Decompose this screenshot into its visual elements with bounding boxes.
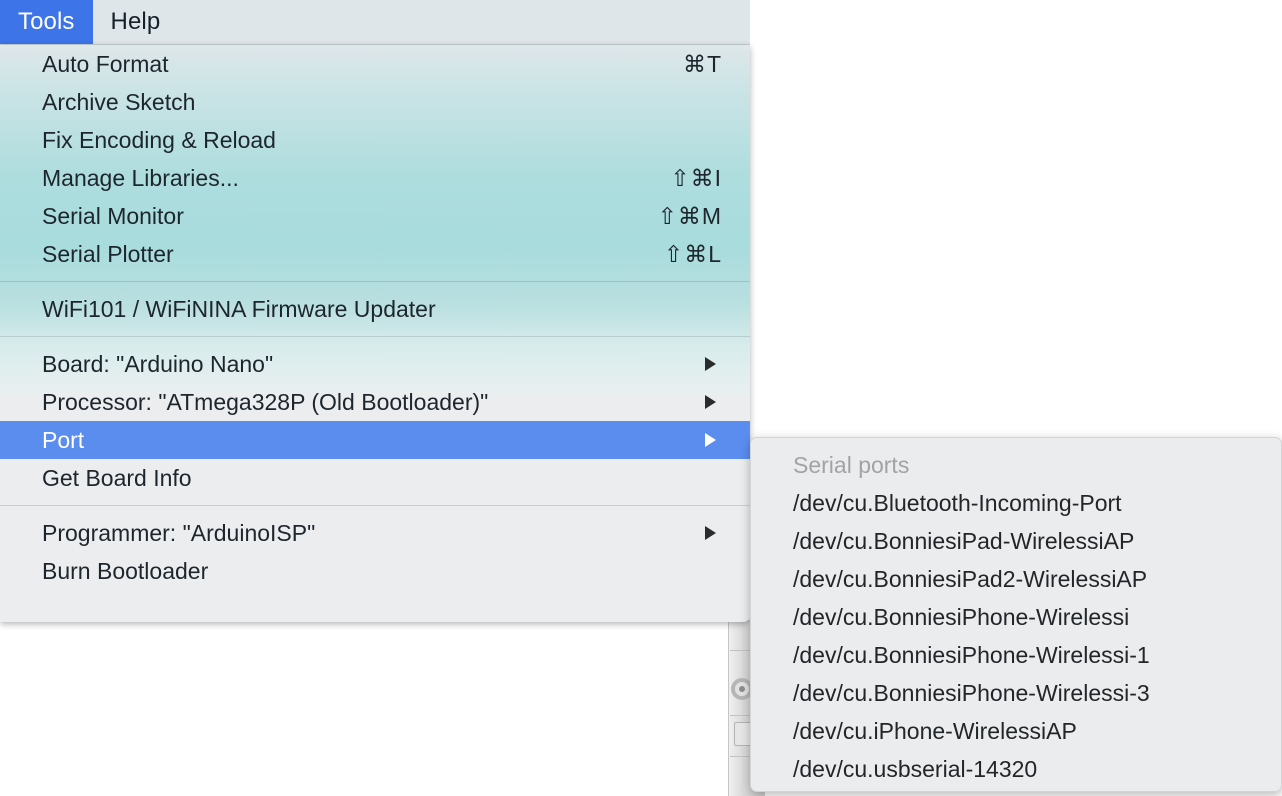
menu-item-label: WiFi101 / WiFiNINA Firmware Updater — [42, 296, 436, 323]
menu-item-serial-monitor[interactable]: Serial Monitor ⇧⌘M — [0, 197, 750, 235]
menu-item-burn-bootloader[interactable]: Burn Bootloader — [0, 552, 750, 590]
port-option-label: /dev/cu.BonniesiPad2-WirelessiAP — [793, 566, 1147, 593]
menubar-item-help[interactable]: Help — [93, 0, 179, 44]
port-option-bonniesipad-wirelessiap[interactable]: /dev/cu.BonniesiPad-WirelessiAP — [751, 522, 1281, 560]
port-option-usbserial-14320[interactable]: /dev/cu.usbserial-14320 — [751, 750, 1281, 788]
port-option-bonniesiphone-wirelessi-3[interactable]: /dev/cu.BonniesiPhone-Wirelessi-3 — [751, 674, 1281, 712]
port-option-label: /dev/cu.BonniesiPad-WirelessiAP — [793, 528, 1134, 555]
port-option-bonniesiphone-wirelessi-1[interactable]: /dev/cu.BonniesiPhone-Wirelessi-1 — [751, 636, 1281, 674]
menubar-item-label: Tools — [18, 8, 75, 36]
menu-item-label: Auto Format — [42, 51, 169, 78]
menu-item-label: Fix Encoding & Reload — [42, 127, 276, 154]
port-submenu: Serial ports /dev/cu.Bluetooth-Incoming-… — [750, 437, 1282, 792]
chevron-right-icon — [705, 433, 716, 447]
menu-item-label: Serial Plotter — [42, 241, 174, 268]
menu-item-archive-sketch[interactable]: Archive Sketch — [0, 83, 750, 121]
menu-item-label: Serial Monitor — [42, 203, 184, 230]
menu-item-shortcut: ⇧⌘M — [658, 203, 734, 230]
port-option-label: /dev/cu.iPhone-WirelessiAP — [793, 718, 1077, 745]
menubar-item-tools[interactable]: Tools — [0, 0, 93, 44]
port-option-bonniesipad2-wirelessiap[interactable]: /dev/cu.BonniesiPad2-WirelessiAP — [751, 560, 1281, 598]
port-option-label: /dev/cu.BonniesiPhone-Wirelessi-1 — [793, 642, 1150, 669]
port-option-label: /dev/cu.usbserial-14320 — [793, 756, 1037, 783]
menu-item-label: Programmer: "ArduinoISP" — [42, 520, 315, 547]
menu-separator — [0, 505, 750, 506]
chevron-right-icon — [705, 526, 716, 540]
menu-separator — [0, 281, 750, 282]
menu-item-programmer[interactable]: Programmer: "ArduinoISP" — [0, 514, 750, 552]
menu-item-auto-format[interactable]: Auto Format ⌘T — [0, 45, 750, 83]
menu-item-get-board-info[interactable]: Get Board Info — [0, 459, 750, 497]
menu-item-fix-encoding-reload[interactable]: Fix Encoding & Reload — [0, 121, 750, 159]
port-option-bonniesiphone-wirelessi[interactable]: /dev/cu.BonniesiPhone-Wirelessi — [751, 598, 1281, 636]
menu-item-shortcut: ⇧⌘L — [664, 241, 734, 268]
menu-separator — [0, 336, 750, 337]
menu-item-label: Board: "Arduino Nano" — [42, 351, 273, 378]
port-option-label: /dev/cu.BonniesiPhone-Wirelessi — [793, 604, 1129, 631]
menu-item-shortcut: ⌘T — [683, 51, 734, 78]
menu-item-manage-libraries[interactable]: Manage Libraries... ⇧⌘I — [0, 159, 750, 197]
menubar-item-label: Help — [111, 8, 161, 36]
menu-item-label: Archive Sketch — [42, 89, 195, 116]
menu-item-board[interactable]: Board: "Arduino Nano" — [0, 345, 750, 383]
menu-item-label: Manage Libraries... — [42, 165, 239, 192]
menu-item-label: Get Board Info — [42, 465, 192, 492]
port-option-label: /dev/cu.Bluetooth-Incoming-Port — [793, 490, 1122, 517]
menu-item-serial-plotter[interactable]: Serial Plotter ⇧⌘L — [0, 235, 750, 273]
menu-item-port[interactable]: Port — [0, 421, 750, 459]
menu-item-label: Processor: "ATmega328P (Old Bootloader)" — [42, 389, 488, 416]
menu-item-label: Burn Bootloader — [42, 558, 208, 585]
submenu-section-header: Serial ports — [751, 446, 1281, 484]
chevron-right-icon — [705, 357, 716, 371]
menu-item-label: Port — [42, 427, 84, 454]
port-option-label: /dev/cu.BonniesiPhone-Wirelessi-3 — [793, 680, 1150, 707]
chevron-right-icon — [705, 395, 716, 409]
menu-item-processor[interactable]: Processor: "ATmega328P (Old Bootloader)" — [0, 383, 750, 421]
port-option-iphone-wirelessiap[interactable]: /dev/cu.iPhone-WirelessiAP — [751, 712, 1281, 750]
port-option-bluetooth-incoming-port[interactable]: /dev/cu.Bluetooth-Incoming-Port — [751, 484, 1281, 522]
menu-item-shortcut: ⇧⌘I — [670, 165, 734, 192]
tools-dropdown-menu: Auto Format ⌘T Archive Sketch Fix Encodi… — [0, 45, 750, 622]
menu-item-wifi-firmware-updater[interactable]: WiFi101 / WiFiNINA Firmware Updater — [0, 290, 750, 328]
menu-bar: Tools Help — [0, 0, 750, 45]
submenu-section-header-label: Serial ports — [793, 452, 909, 479]
